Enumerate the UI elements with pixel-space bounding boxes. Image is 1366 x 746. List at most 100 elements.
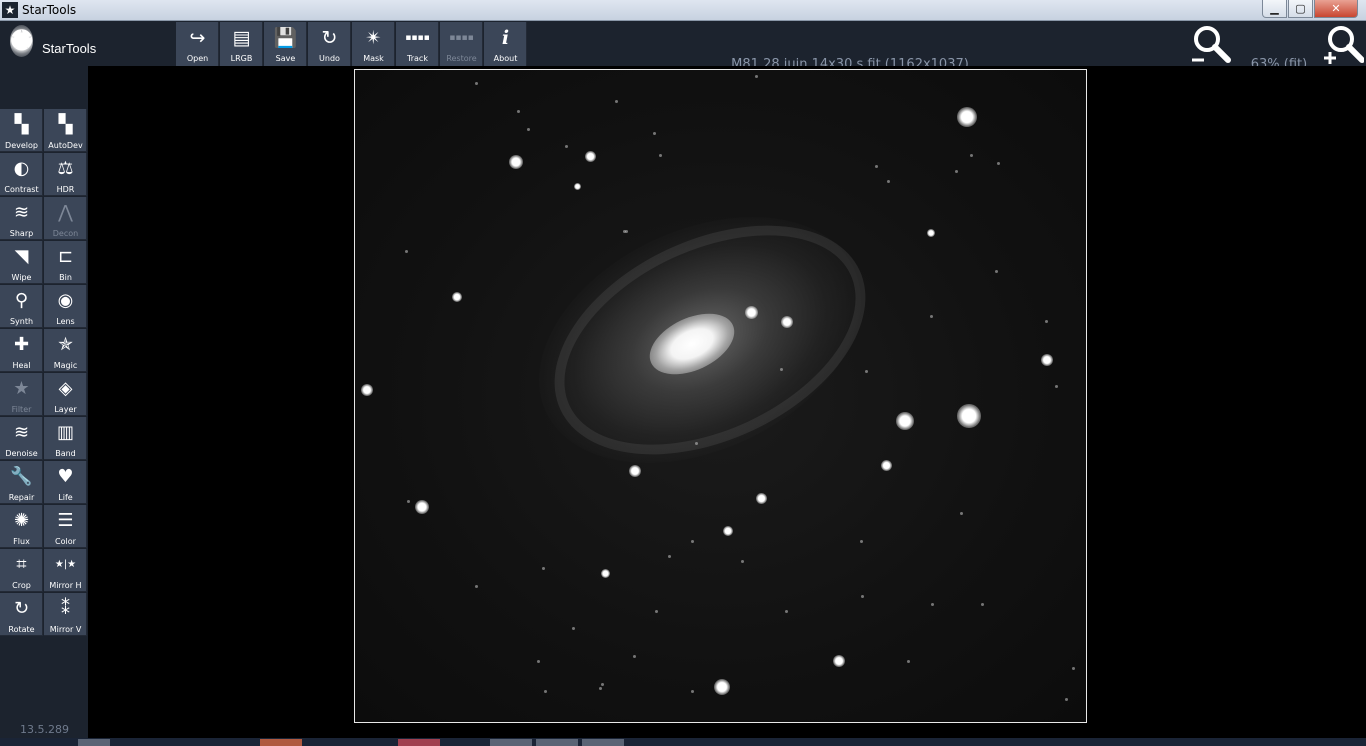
tool-bin-button[interactable]: ⊏ Bin bbox=[44, 241, 87, 284]
star bbox=[573, 182, 581, 190]
tool-decon-button[interactable]: ⋀ Decon bbox=[44, 197, 87, 240]
open-label: Open bbox=[186, 54, 209, 63]
mask-icon: ✴ bbox=[365, 27, 382, 49]
undo-icon: ↻ bbox=[321, 27, 338, 49]
tool-label: Mirror V bbox=[49, 625, 82, 634]
tool-band-button[interactable]: ▥ Band bbox=[44, 417, 87, 460]
faint-star bbox=[668, 555, 671, 558]
tool-mirror-h-button[interactable]: ★|★ Mirror H bbox=[44, 549, 87, 592]
zoom-in-button[interactable] bbox=[1320, 22, 1365, 66]
tool-label: Layer bbox=[54, 405, 77, 414]
tool-wipe-button[interactable]: ◥ Wipe bbox=[0, 241, 43, 284]
tool-rotate-button[interactable]: ↻ Rotate bbox=[0, 593, 43, 636]
startools-logo: ✪ StarTools bbox=[10, 25, 120, 61]
taskbar-item[interactable] bbox=[260, 739, 302, 746]
faint-star bbox=[475, 82, 478, 85]
faint-star bbox=[615, 100, 618, 103]
heart-icon: ♥ bbox=[57, 466, 74, 487]
save-button[interactable]: 💾 Save bbox=[264, 22, 307, 66]
star bbox=[744, 305, 758, 319]
undo-button[interactable]: ↻ Undo bbox=[308, 22, 351, 66]
faint-star bbox=[1072, 667, 1075, 670]
open-button[interactable]: ↪ Open bbox=[176, 22, 219, 66]
tool-color-button[interactable]: ☰ Color bbox=[44, 505, 87, 548]
tool-develop-button[interactable]: ▚ Develop bbox=[0, 109, 43, 152]
tool-synth-button[interactable]: ⚲ Synth bbox=[0, 285, 43, 328]
tool-contrast-button[interactable]: ◐ Contrast bbox=[0, 153, 43, 196]
faint-star bbox=[407, 500, 410, 503]
tool-sharp-button[interactable]: ≋ Sharp bbox=[0, 197, 43, 240]
tool-label: Repair bbox=[8, 493, 35, 502]
wipe-icon: ◥ bbox=[14, 246, 29, 267]
tool-denoise-button[interactable]: ≋ Denoise bbox=[0, 417, 43, 460]
tool-life-button[interactable]: ♥ Life bbox=[44, 461, 87, 504]
tool-mirror-v-button[interactable]: ⁑ Mirror V bbox=[44, 593, 87, 636]
tool-label: AutoDev bbox=[48, 141, 83, 150]
faint-star bbox=[955, 170, 958, 173]
tool-crop-button[interactable]: ⌗ Crop bbox=[0, 549, 43, 592]
tool-magic-button[interactable]: ✯ Magic bbox=[44, 329, 87, 372]
faint-star bbox=[875, 165, 878, 168]
tool-label: Bin bbox=[59, 273, 72, 282]
tool-heal-button[interactable]: ✚ Heal bbox=[0, 329, 43, 372]
develop-icon: ▚ bbox=[14, 114, 29, 135]
track-button[interactable]: ▪▪▪▪ Track bbox=[396, 22, 439, 66]
crop-icon: ⌗ bbox=[16, 554, 27, 575]
restore-icon: ▪▪▪▪ bbox=[449, 33, 474, 43]
about-button[interactable]: i About bbox=[484, 22, 527, 66]
tool-label: Crop bbox=[12, 581, 31, 590]
faint-star bbox=[565, 145, 568, 148]
tool-repair-button[interactable]: 🔧 Repair bbox=[0, 461, 43, 504]
faint-star bbox=[960, 512, 963, 515]
tool-label: Develop bbox=[5, 141, 38, 150]
star bbox=[723, 526, 733, 536]
tool-label: Decon bbox=[52, 229, 79, 238]
autodev-icon: ▚ bbox=[58, 114, 73, 135]
mirror-v-icon: ⁑ bbox=[61, 598, 70, 619]
star bbox=[1041, 354, 1053, 366]
faint-star bbox=[1065, 698, 1068, 701]
tool-filter-button[interactable]: ★ Filter bbox=[0, 373, 43, 416]
star bbox=[361, 384, 373, 396]
faint-star bbox=[1045, 320, 1048, 323]
tool-hdr-button[interactable]: ⚖ HDR bbox=[44, 153, 87, 196]
lrgb-button[interactable]: ▤ LRGB bbox=[220, 22, 263, 66]
minimize-button[interactable]: ▁ bbox=[1262, 0, 1287, 18]
magic-star-icon: ✯ bbox=[57, 334, 74, 355]
star bbox=[781, 316, 793, 328]
tool-label: Mirror H bbox=[49, 581, 82, 590]
taskbar-item[interactable] bbox=[78, 739, 110, 746]
open-icon: ↪ bbox=[189, 27, 206, 49]
sharp-icon: ≋ bbox=[13, 202, 30, 223]
denoise-icon: ≋ bbox=[13, 422, 30, 443]
info-icon: i bbox=[501, 27, 510, 49]
zoom-out-button[interactable] bbox=[1188, 22, 1232, 66]
tool-label: Rotate bbox=[8, 625, 35, 634]
mask-button[interactable]: ✴ Mask bbox=[352, 22, 395, 66]
tool-autodev-button[interactable]: ▚ AutoDev bbox=[44, 109, 87, 152]
faint-star bbox=[691, 540, 694, 543]
faint-star bbox=[599, 687, 602, 690]
star bbox=[415, 500, 429, 514]
tool-flux-button[interactable]: ✺ Flux bbox=[0, 505, 43, 548]
taskbar-item[interactable] bbox=[490, 739, 532, 746]
tool-lens-button[interactable]: ◉ Lens bbox=[44, 285, 87, 328]
logo-star-icon: ✪ bbox=[10, 24, 34, 57]
tool-layer-button[interactable]: ◈ Layer bbox=[44, 373, 87, 416]
faint-star bbox=[517, 110, 520, 113]
taskbar-item[interactable] bbox=[398, 739, 440, 746]
taskbar-item[interactable] bbox=[582, 739, 624, 746]
close-button[interactable]: ✕ bbox=[1314, 0, 1358, 18]
star bbox=[833, 655, 845, 667]
taskbar-item[interactable] bbox=[536, 739, 578, 746]
maximize-button[interactable]: ▢ bbox=[1288, 0, 1313, 18]
save-icon: 💾 bbox=[273, 27, 298, 49]
faint-star bbox=[691, 690, 694, 693]
bin-icon: ⊏ bbox=[57, 246, 74, 267]
faint-star bbox=[861, 595, 864, 598]
astro-image[interactable] bbox=[354, 69, 1087, 723]
tool-label: Magic bbox=[53, 361, 78, 370]
tool-label: Lens bbox=[56, 317, 75, 326]
restore-button[interactable]: ▪▪▪▪ Restore bbox=[440, 22, 483, 66]
faint-star bbox=[659, 154, 662, 157]
